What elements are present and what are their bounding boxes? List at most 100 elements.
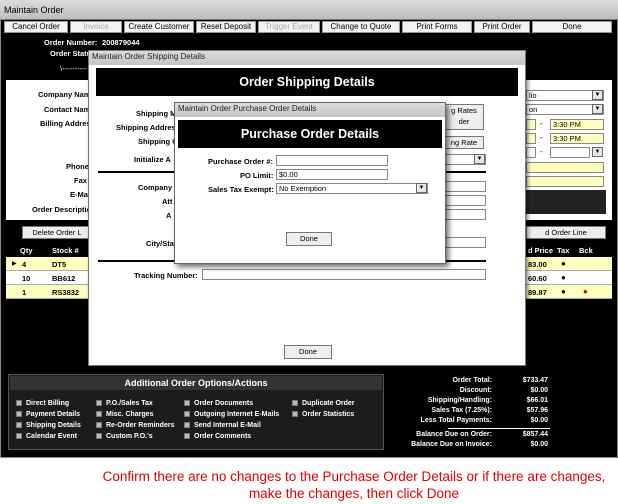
outgoing-emails-option[interactable]: Outgoing Internet E-Mails [184, 409, 279, 420]
time-field-1[interactable]: 3:30 PM [550, 119, 604, 130]
checkbox-icon[interactable] [16, 433, 22, 440]
option-label: Misc. Charges [106, 411, 154, 418]
checkbox-icon[interactable] [184, 433, 190, 440]
sales-tax-value: $57.96 [526, 407, 548, 414]
options-col-3: Order Documents Outgoing Internet E-Mail… [184, 398, 279, 442]
chevron-down-icon[interactable]: ▼ [592, 147, 603, 157]
po-dialog-titlebar: Maintain Order Purchase Order Details [175, 103, 445, 117]
date-field-1[interactable] [526, 119, 536, 130]
option-label: Order Documents [194, 400, 254, 407]
cancel-order-button[interactable]: Cancel Order [4, 21, 68, 33]
delete-order-line-button[interactable]: Delete Order L [22, 226, 92, 239]
qty-header: Qty [20, 246, 33, 255]
checkbox-icon[interactable] [16, 400, 22, 407]
order-statistics-option[interactable]: Order Statistics [292, 409, 355, 420]
sales-tax-exempt-select[interactable]: No Exemption [276, 183, 428, 194]
ship-attn-field[interactable] [444, 195, 486, 206]
order-number-value: 200879044 [102, 38, 140, 47]
checkbox-icon[interactable] [184, 422, 190, 429]
ship-attn-label: Att [162, 197, 173, 206]
checkbox-icon[interactable] [96, 433, 102, 440]
misc-charges-option[interactable]: Misc. Charges [96, 409, 174, 420]
checkbox-icon[interactable] [96, 411, 102, 418]
checkbox-icon[interactable] [96, 422, 102, 429]
tax-dot-icon: ● [561, 287, 566, 296]
option-label: Direct Billing [26, 400, 70, 407]
discount-value: $0.00 [530, 387, 548, 394]
print-order-button[interactable]: Print Order [474, 21, 530, 33]
order-comments-option[interactable]: Order Comments [184, 431, 279, 442]
change-to-quote-button[interactable]: Change to Quote [322, 21, 400, 33]
chevron-down-icon[interactable]: ▼ [474, 154, 485, 164]
order-total-value: $733.47 [522, 377, 548, 384]
dash-separator: - [540, 119, 543, 128]
option-label: Re-Order Reminders [106, 422, 175, 429]
phone-right-field[interactable] [526, 162, 604, 173]
additional-options-header: Additional Order Options/Actions [10, 376, 382, 390]
create-customer-button[interactable]: Create Customer [124, 21, 194, 33]
po-dialog-header: Purchase Order Details [178, 120, 442, 148]
price-cell: 89.87 [528, 288, 547, 297]
done-button[interactable]: Done [532, 21, 612, 33]
checkbox-icon[interactable] [16, 411, 22, 418]
chevron-down-icon[interactable]: ▼ [416, 183, 427, 193]
option-label: Duplicate Order [302, 400, 355, 407]
stock-header: Stock # [52, 246, 79, 255]
shipping-done-button[interactable]: Done [284, 345, 332, 359]
checkbox-icon[interactable] [184, 400, 190, 407]
po-number-label: Purchase Order #: [208, 157, 274, 166]
custom-pos-option[interactable]: Custom P.O.'s [96, 431, 174, 442]
date-field-3[interactable] [526, 147, 536, 158]
sales-tax-exempt-label: Sales Tax Exempt: [208, 185, 274, 194]
direct-billing-option[interactable]: Direct Billing [16, 398, 81, 409]
shipping-method-label: Shipping M [136, 109, 177, 118]
option-label: Order Comments [194, 433, 252, 440]
ship-address-field[interactable] [444, 209, 486, 220]
time-field-3[interactable] [550, 147, 590, 158]
reorder-reminders-option[interactable]: Re-Order Reminders [96, 420, 174, 431]
get-rates-button[interactable]: g Rates der [444, 104, 484, 130]
duplicate-order-option[interactable]: Duplicate Order [292, 398, 355, 409]
option-label: Outgoing Internet E-Mails [194, 411, 280, 418]
tracking-number-field[interactable] [202, 269, 486, 280]
po-sales-tax-option[interactable]: P.O./Sales Tax [96, 398, 174, 409]
tax-dot-icon: ● [561, 273, 566, 282]
time-field-2[interactable]: 3:30 PM [550, 133, 604, 144]
checkbox-icon[interactable] [184, 411, 190, 418]
description-dark-field[interactable] [526, 190, 606, 214]
date-field-2[interactable] [526, 133, 536, 144]
invoice-button[interactable]: Invoice [70, 21, 122, 33]
po-limit-input[interactable]: $0.00 [276, 169, 388, 180]
add-order-line-button[interactable]: d Order Line [526, 226, 606, 239]
phone-label: Phone [66, 162, 89, 171]
set-rate-button[interactable]: ng Rate [444, 136, 484, 149]
checkbox-icon[interactable] [96, 400, 102, 407]
order-documents-option[interactable]: Order Documents [184, 398, 279, 409]
shipping-address-label: Shipping Addres [116, 123, 176, 132]
checkbox-icon[interactable] [292, 400, 298, 407]
ship-city-field[interactable] [444, 237, 486, 248]
send-internal-email-option[interactable]: Send Internal E-Mail [184, 420, 279, 431]
po-done-button[interactable]: Done [286, 232, 332, 246]
payment-details-option[interactable]: Payment Details [16, 409, 81, 420]
shipping-handling-label: Shipping/Handling: [427, 397, 492, 404]
print-forms-button[interactable]: Print Forms [402, 21, 472, 33]
shipping-details-option[interactable]: Shipping Details [16, 420, 81, 431]
reset-deposit-button[interactable]: Reset Deposit [196, 21, 256, 33]
ship-company-field[interactable] [444, 181, 486, 192]
balance-due-invoice-value: $0.00 [530, 441, 548, 448]
bck-header: Bck [579, 246, 593, 255]
row-selector-icon[interactable]: ▶ [12, 260, 17, 267]
checkbox-icon[interactable] [292, 411, 298, 418]
chevron-down-icon[interactable]: ▼ [592, 104, 603, 114]
order-description-label: Order Description [32, 205, 96, 214]
price-cell: 83.00 [528, 260, 547, 269]
chevron-down-icon[interactable]: ▼ [592, 90, 603, 100]
calendar-event-option[interactable]: Calendar Event [16, 431, 81, 442]
po-number-input[interactable] [276, 155, 388, 166]
trigger-event-button[interactable]: Trigger Event [258, 21, 320, 33]
fax-right-field[interactable] [526, 176, 604, 187]
balance-due-order-label: Balance Due on Order: [416, 431, 492, 438]
checkbox-icon[interactable] [16, 422, 22, 429]
option-label: Shipping Details [26, 422, 81, 429]
